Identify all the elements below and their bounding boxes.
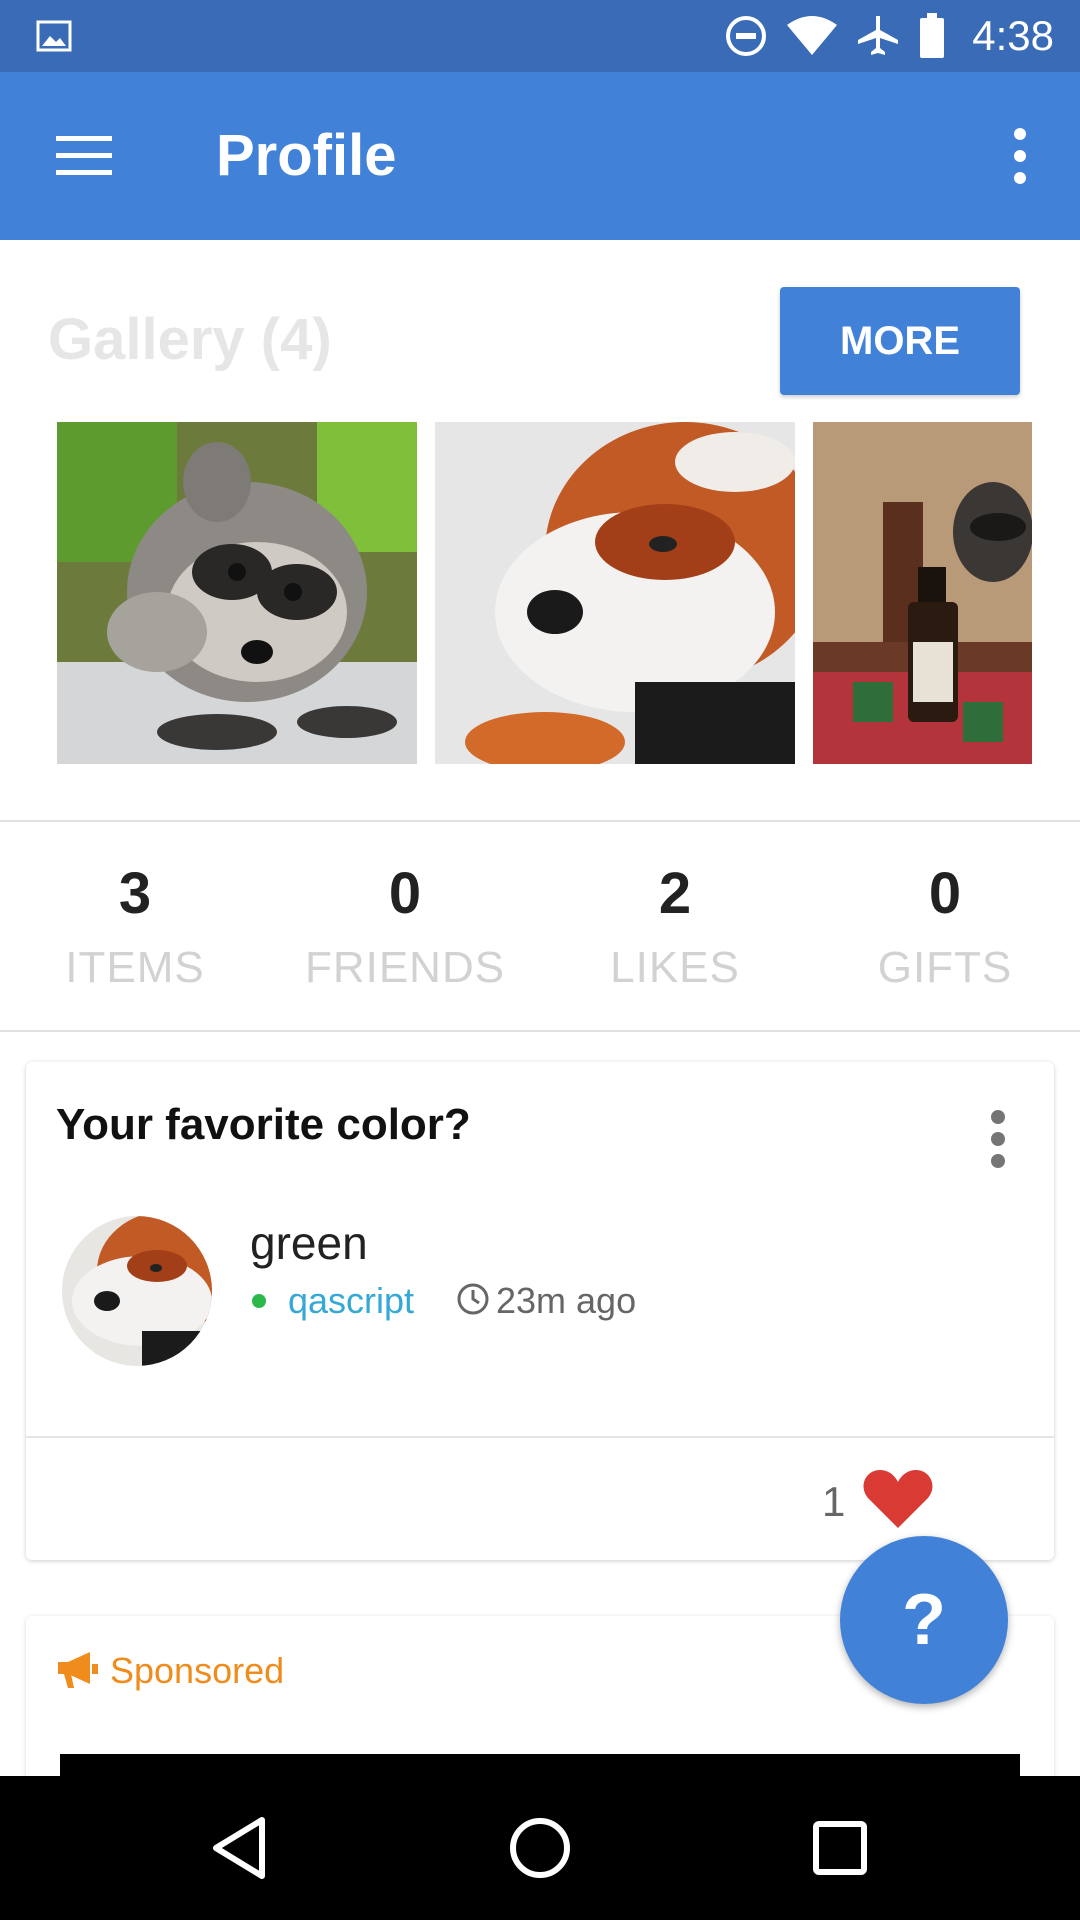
help-fab-button[interactable]: ? xyxy=(840,1536,1008,1704)
answer-text: green xyxy=(250,1217,368,1269)
do-not-disturb-icon xyxy=(726,16,767,56)
time-ago: 23m ago xyxy=(496,1280,637,1321)
stat-likes-value: 2 xyxy=(658,861,692,926)
back-icon[interactable] xyxy=(204,1812,276,1884)
home-icon[interactable] xyxy=(504,1812,576,1884)
raccoon-photo[interactable] xyxy=(57,422,417,764)
status-bar: 4:38 xyxy=(0,0,1080,72)
recent-apps-icon[interactable] xyxy=(804,1812,876,1884)
navigation-bar xyxy=(0,1776,1080,1920)
question-card[interactable]: Your favorite color? green qascript 23m … xyxy=(26,1062,1054,1560)
stat-items-label: ITEMS xyxy=(65,943,205,992)
red-panda-photo[interactable] xyxy=(435,422,795,764)
app-bar: Profile xyxy=(0,72,1080,240)
clock-time: 4:38 xyxy=(972,12,1054,59)
username-link[interactable]: qascript xyxy=(288,1280,414,1322)
online-status-dot xyxy=(252,1294,266,1308)
stat-gifts-label: GIFTS xyxy=(877,943,1013,992)
screen: 4:38 Profile Gallery (4) MORE 3 ITEMS 0 … xyxy=(0,0,1080,1920)
stat-friends-label: FRIENDS xyxy=(304,943,506,992)
card-more-vertical-icon[interactable] xyxy=(990,1110,1006,1168)
question-title: Your favorite color? xyxy=(56,1100,471,1149)
battery-icon xyxy=(920,13,945,58)
likes-count: 1 xyxy=(822,1478,846,1525)
raccoon-with-bottle-photo[interactable] xyxy=(813,422,1032,764)
gallery-notification-icon xyxy=(36,20,72,52)
stat-likes-label: LIKES xyxy=(610,943,740,992)
stat-items[interactable]: 3 ITEMS xyxy=(0,860,270,993)
stat-gifts[interactable]: 0 GIFTS xyxy=(810,860,1080,993)
wifi-icon xyxy=(787,16,838,55)
card-divider xyxy=(26,1436,1054,1438)
stat-friends-value: 0 xyxy=(388,861,422,926)
stat-likes[interactable]: 2 LIKES xyxy=(540,860,810,993)
avatar[interactable] xyxy=(62,1216,212,1366)
megaphone-icon xyxy=(58,1652,98,1688)
stats-divider xyxy=(0,1030,1080,1032)
more-button[interactable]: MORE xyxy=(780,287,1020,395)
stat-items-value: 3 xyxy=(118,861,152,926)
clock-icon xyxy=(457,1283,489,1315)
hamburger-menu-icon[interactable] xyxy=(56,134,112,178)
more-vertical-icon[interactable] xyxy=(1008,128,1032,184)
heart-icon[interactable] xyxy=(862,1468,934,1530)
gallery-divider xyxy=(0,820,1080,822)
sponsored-label: Sponsored xyxy=(110,1650,285,1691)
stat-friends[interactable]: 0 FRIENDS xyxy=(270,860,540,993)
gallery-title: Gallery (4) xyxy=(48,307,332,372)
page-title: Profile xyxy=(216,123,397,188)
airplane-mode-icon xyxy=(858,16,899,55)
stat-gifts-value: 0 xyxy=(928,861,962,926)
